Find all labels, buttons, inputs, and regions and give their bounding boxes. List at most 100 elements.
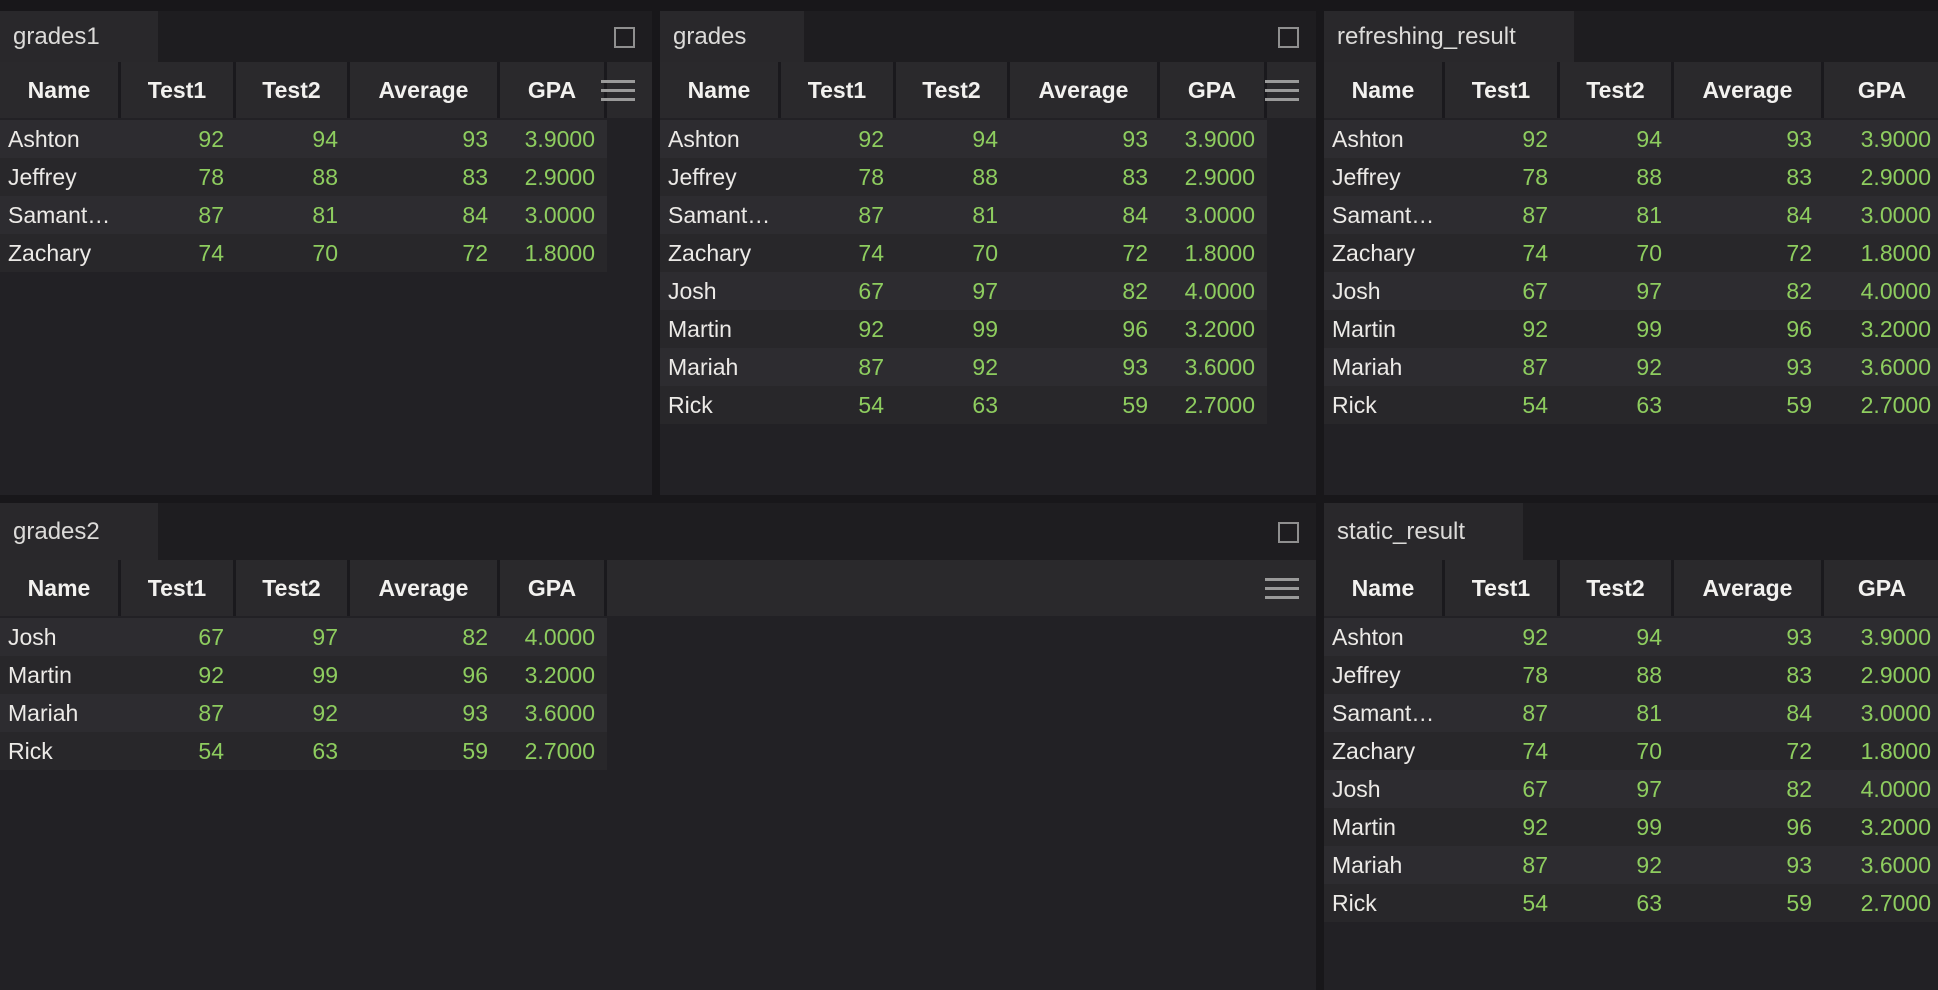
cell-average: 72	[1010, 234, 1160, 272]
column-menu-icon[interactable]	[1265, 578, 1299, 599]
cell-name: Zachary	[1324, 234, 1445, 272]
column-header-name[interactable]: Name	[1324, 560, 1445, 616]
table-row[interactable]: Zachary7470721.8000	[1324, 732, 1938, 770]
cell-name: Zachary	[1324, 732, 1445, 770]
cell-average: 72	[1674, 234, 1824, 272]
dashboard: { "columns": ["Name", "Test1", "Test2", …	[0, 0, 1938, 990]
cell-gpa: 4.0000	[500, 618, 607, 656]
table-row[interactable]: Jeffrey7888832.9000	[1324, 158, 1938, 196]
column-header-test2[interactable]: Test2	[1560, 62, 1674, 118]
column-header-gpa[interactable]: GPA	[1160, 62, 1267, 118]
cell-test1: 87	[1445, 694, 1560, 732]
cell-test1: 67	[121, 618, 236, 656]
cell-gpa: 2.7000	[1824, 884, 1938, 922]
column-header-name[interactable]: Name	[1324, 62, 1445, 118]
column-header-average[interactable]: Average	[350, 62, 500, 118]
table-header: NameTest1Test2AverageGPA	[1324, 560, 1938, 616]
column-header-test2[interactable]: Test2	[236, 62, 350, 118]
tab-grades1[interactable]: grades1	[0, 11, 158, 62]
panel-grades1: grades1 NameTest1Test2AverageGPA Ashton9…	[0, 11, 652, 495]
cell-test2: 94	[896, 120, 1010, 158]
tab-refreshing-result[interactable]: refreshing_result	[1324, 11, 1574, 62]
cell-test1: 67	[1445, 272, 1560, 310]
maximize-icon[interactable]	[614, 27, 635, 48]
column-menu-icon[interactable]	[601, 80, 635, 101]
column-header-test2[interactable]: Test2	[1560, 560, 1674, 616]
table-row[interactable]: Rick5463592.7000	[1324, 386, 1938, 424]
maximize-icon[interactable]	[1278, 27, 1299, 48]
table-row[interactable]: Martin9299963.2000	[1324, 310, 1938, 348]
tab-grades2[interactable]: grades2	[0, 503, 158, 560]
cell-test2: 92	[1560, 348, 1674, 386]
column-menu-icon[interactable]	[1265, 80, 1299, 101]
table-row[interactable]: Ashton9294933.9000	[1324, 120, 1938, 158]
table-row[interactable]: Ashton9294933.9000	[660, 120, 1267, 158]
table-row[interactable]: Rick5463592.7000	[660, 386, 1267, 424]
column-header-test1[interactable]: Test1	[121, 560, 236, 616]
table-row[interactable]: Mariah8792933.6000	[660, 348, 1267, 386]
cell-test1: 87	[121, 694, 236, 732]
table-row[interactable]: Ashton9294933.9000	[1324, 618, 1938, 656]
cell-gpa: 2.7000	[1160, 386, 1267, 424]
cell-name: Ashton	[1324, 618, 1445, 656]
column-header-gpa[interactable]: GPA	[1824, 62, 1938, 118]
cell-gpa: 1.8000	[500, 234, 607, 272]
table-row[interactable]: Samant…8781843.0000	[660, 196, 1267, 234]
column-header-name[interactable]: Name	[660, 62, 781, 118]
cell-gpa: 3.6000	[1824, 348, 1938, 386]
table-row[interactable]: Mariah8792933.6000	[0, 694, 607, 732]
table-row[interactable]: Samant…8781843.0000	[1324, 196, 1938, 234]
column-header-test2[interactable]: Test2	[236, 560, 350, 616]
table-row[interactable]: Samant…8781843.0000	[1324, 694, 1938, 732]
table-row[interactable]: Jeffrey7888832.9000	[0, 158, 607, 196]
table-row[interactable]: Samant…8781843.0000	[0, 196, 607, 234]
column-header-gpa[interactable]: GPA	[500, 62, 607, 118]
tab-static-result[interactable]: static_result	[1324, 503, 1523, 560]
table-row[interactable]: Rick5463592.7000	[0, 732, 607, 770]
column-header-average[interactable]: Average	[1010, 62, 1160, 118]
tab-bar: grades2	[0, 503, 1316, 560]
cell-test2: 94	[1560, 120, 1674, 158]
cell-average: 93	[1674, 348, 1824, 386]
table-row[interactable]: Martin9299963.2000	[1324, 808, 1938, 846]
cell-name: Martin	[1324, 808, 1445, 846]
table-row[interactable]: Jeffrey7888832.9000	[660, 158, 1267, 196]
column-header-test1[interactable]: Test1	[1445, 62, 1560, 118]
table-row[interactable]: Zachary7470721.8000	[1324, 234, 1938, 272]
cell-gpa: 4.0000	[1824, 770, 1938, 808]
cell-name: Jeffrey	[0, 158, 121, 196]
table-row[interactable]: Jeffrey7888832.9000	[1324, 656, 1938, 694]
column-header-name[interactable]: Name	[0, 62, 121, 118]
column-header-average[interactable]: Average	[350, 560, 500, 616]
column-header-test1[interactable]: Test1	[1445, 560, 1560, 616]
table-row[interactable]: Josh6797824.0000	[0, 618, 607, 656]
table-row[interactable]: Rick5463592.7000	[1324, 884, 1938, 922]
table-row[interactable]: Zachary7470721.8000	[0, 234, 607, 272]
table-row[interactable]: Josh6797824.0000	[1324, 272, 1938, 310]
column-header-test1[interactable]: Test1	[121, 62, 236, 118]
tab-grades[interactable]: grades	[660, 11, 804, 62]
cell-test1: 92	[121, 120, 236, 158]
table-row[interactable]: Martin9299963.2000	[0, 656, 607, 694]
cell-name: Martin	[0, 656, 121, 694]
column-header-average[interactable]: Average	[1674, 560, 1824, 616]
cell-average: 84	[1010, 196, 1160, 234]
cell-average: 59	[1674, 386, 1824, 424]
maximize-icon[interactable]	[1278, 522, 1299, 543]
table-row[interactable]: Josh6797824.0000	[1324, 770, 1938, 808]
table-row[interactable]: Martin9299963.2000	[660, 310, 1267, 348]
column-header-average[interactable]: Average	[1674, 62, 1824, 118]
column-header-gpa[interactable]: GPA	[500, 560, 607, 616]
column-header-test1[interactable]: Test1	[781, 62, 896, 118]
column-header-name[interactable]: Name	[0, 560, 121, 616]
column-header-gpa[interactable]: GPA	[1824, 560, 1938, 616]
table-row[interactable]: Mariah8792933.6000	[1324, 846, 1938, 884]
cell-test1: 54	[1445, 884, 1560, 922]
table-row[interactable]: Mariah8792933.6000	[1324, 348, 1938, 386]
column-header-test2[interactable]: Test2	[896, 62, 1010, 118]
table-row[interactable]: Ashton9294933.9000	[0, 120, 607, 158]
table-row[interactable]: Josh6797824.0000	[660, 272, 1267, 310]
table-row[interactable]: Zachary7470721.8000	[660, 234, 1267, 272]
cell-test2: 97	[236, 618, 350, 656]
table-header: NameTest1Test2AverageGPA	[1324, 62, 1938, 118]
